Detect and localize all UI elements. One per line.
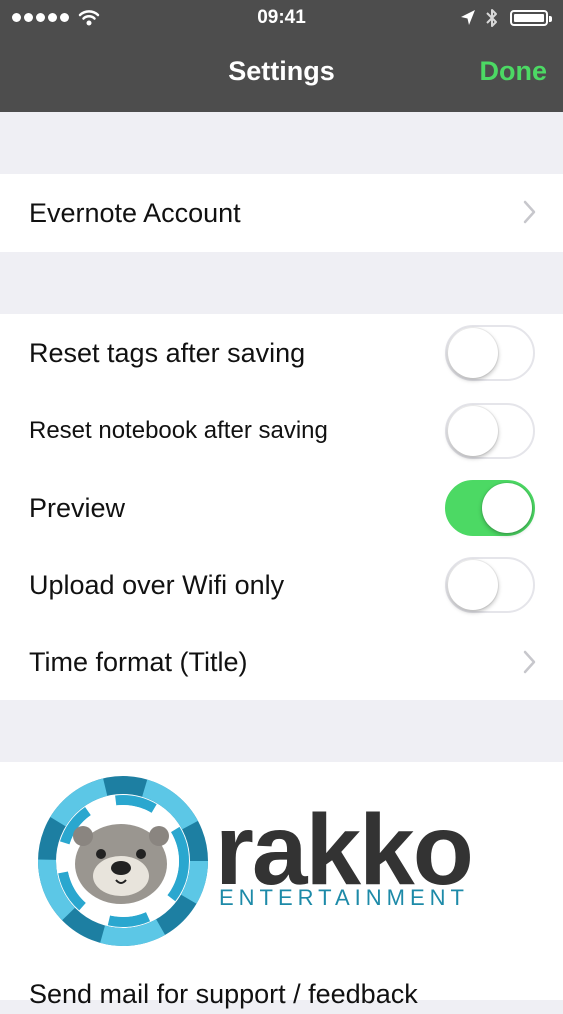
status-bar: 09:41	[0, 0, 563, 38]
reset-notebook-row: Reset notebook after saving	[0, 392, 563, 470]
upload-wifi-toggle[interactable]	[445, 557, 535, 613]
battery-icon	[510, 10, 552, 26]
send-mail-link[interactable]: Send mail for support / feedback	[29, 974, 418, 1014]
reset-tags-toggle[interactable]	[445, 325, 535, 381]
time-format-row[interactable]: Time format (Title)	[0, 624, 563, 700]
settings-section: Reset tags after saving Reset notebook a…	[0, 314, 563, 700]
reset-tags-row: Reset tags after saving	[0, 314, 563, 392]
logo-subtitle: ENTERTAINMENT	[219, 885, 469, 910]
bluetooth-icon	[486, 9, 497, 27]
reset-notebook-label: Reset notebook after saving	[29, 417, 328, 444]
otter-logo-icon	[38, 776, 208, 946]
preview-label: Preview	[29, 493, 126, 523]
preview-toggle[interactable]	[445, 480, 535, 536]
chevron-right-icon	[523, 200, 536, 224]
navigation-bar: 09:41 Settings Done	[0, 0, 563, 112]
chevron-right-icon	[523, 650, 536, 674]
evernote-account-label: Evernote Account	[29, 198, 241, 228]
done-button[interactable]: Done	[480, 56, 548, 87]
preview-row: Preview	[0, 470, 563, 546]
status-time: 09:41	[257, 7, 306, 28]
reset-tags-label: Reset tags after saving	[29, 338, 306, 368]
account-section: Evernote Account	[0, 174, 563, 252]
upload-wifi-row: Upload over Wifi only	[0, 546, 563, 624]
location-arrow-icon	[461, 10, 475, 25]
time-format-label: Time format (Title)	[29, 647, 248, 677]
upload-wifi-label: Upload over Wifi only	[29, 570, 285, 600]
evernote-account-row[interactable]: Evernote Account	[0, 174, 563, 252]
reset-notebook-toggle[interactable]	[445, 403, 535, 459]
